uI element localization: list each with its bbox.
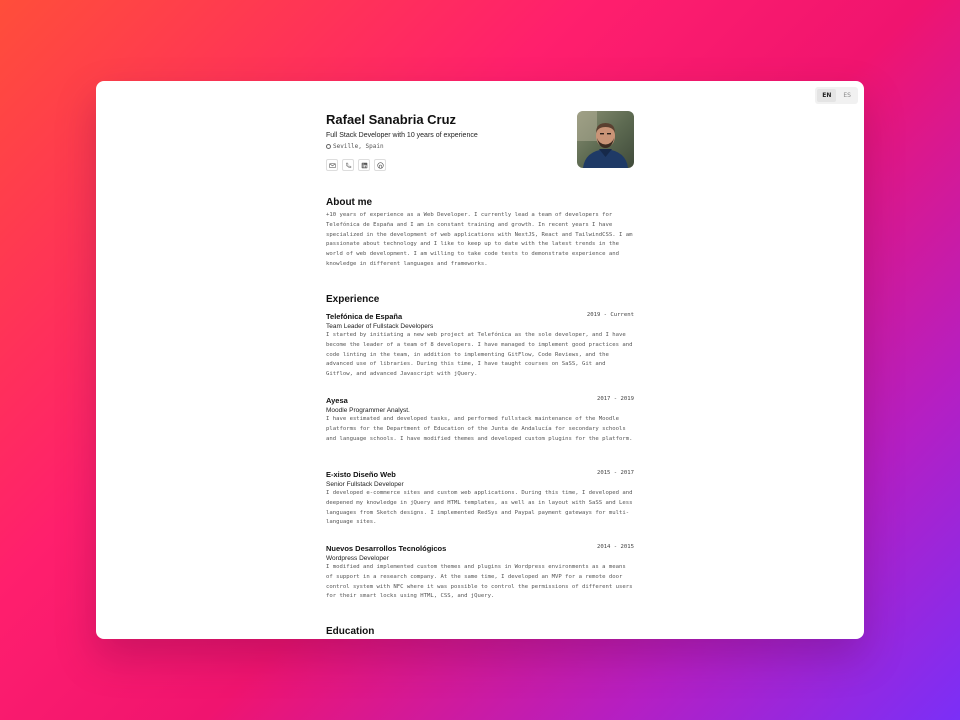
job-entry: Nuevos Desarrollos Tecnológicos 2014 - 2… (326, 544, 634, 602)
job-description: I have estimated and developed tasks, an… (326, 416, 633, 442)
job-entry: Ayesa 2017 - 2019 Moodle Programmer Anal… (326, 396, 634, 444)
globe-icon (326, 144, 331, 149)
experience-heading: Experience (326, 294, 380, 305)
about-text: +10 years of experience as a Web Develop… (326, 212, 633, 267)
job-description: I developed e-commerce sites and custom … (326, 490, 633, 526)
job-description: I modified and implemented custom themes… (326, 564, 633, 600)
location-text: Seville, Spain (333, 143, 384, 150)
job-role: Senior Fullstack Developer (326, 481, 404, 488)
about-heading: About me (326, 197, 373, 208)
job-role: Team Leader of Fullstack Developers (326, 323, 434, 330)
job-company: Ayesa (326, 396, 348, 405)
social-links (326, 159, 386, 171)
profile-avatar (577, 111, 634, 168)
job-entry: E-xisto Diseño Web 2015 - 2017 Senior Fu… (326, 470, 634, 528)
lang-en-button[interactable]: EN (817, 89, 837, 102)
job-company: Nuevos Desarrollos Tecnológicos (326, 544, 447, 553)
lang-es-button[interactable]: ES (838, 89, 856, 102)
phone-icon[interactable] (342, 159, 354, 171)
job-description: I started by initiating a new web projec… (326, 332, 633, 378)
job-dates: 2017 - 2019 (596, 396, 634, 402)
profile-header: Rafael Sanabria Cruz Full Stack Develope… (326, 81, 634, 181)
job-dates: 2015 - 2017 (596, 470, 634, 476)
profile-role: Full Stack Developer with 10 years of ex… (326, 132, 478, 139)
mail-icon[interactable] (326, 159, 338, 171)
job-role: Moodle Programmer Analyst. (326, 407, 410, 414)
job-dates: 2014 - 2015 (596, 544, 634, 550)
language-switch: EN ES (815, 87, 858, 104)
job-entry: Telefónica de España 2019 - Current Team… (326, 312, 634, 380)
cv-content: Rafael Sanabria Cruz Full Stack Develope… (326, 81, 634, 637)
github-icon[interactable] (374, 159, 386, 171)
job-role: Wordpress Developer (326, 555, 389, 562)
job-dates: 2019 - Current (586, 312, 634, 318)
education-heading: Education (326, 626, 375, 637)
linkedin-icon[interactable] (358, 159, 370, 171)
profile-name: Rafael Sanabria Cruz (326, 112, 457, 127)
job-company: E-xisto Diseño Web (326, 470, 396, 479)
browser-window: EN ES Rafael Sanabria Cruz Full Stack De… (96, 81, 864, 639)
profile-location: Seville, Spain (326, 143, 384, 150)
